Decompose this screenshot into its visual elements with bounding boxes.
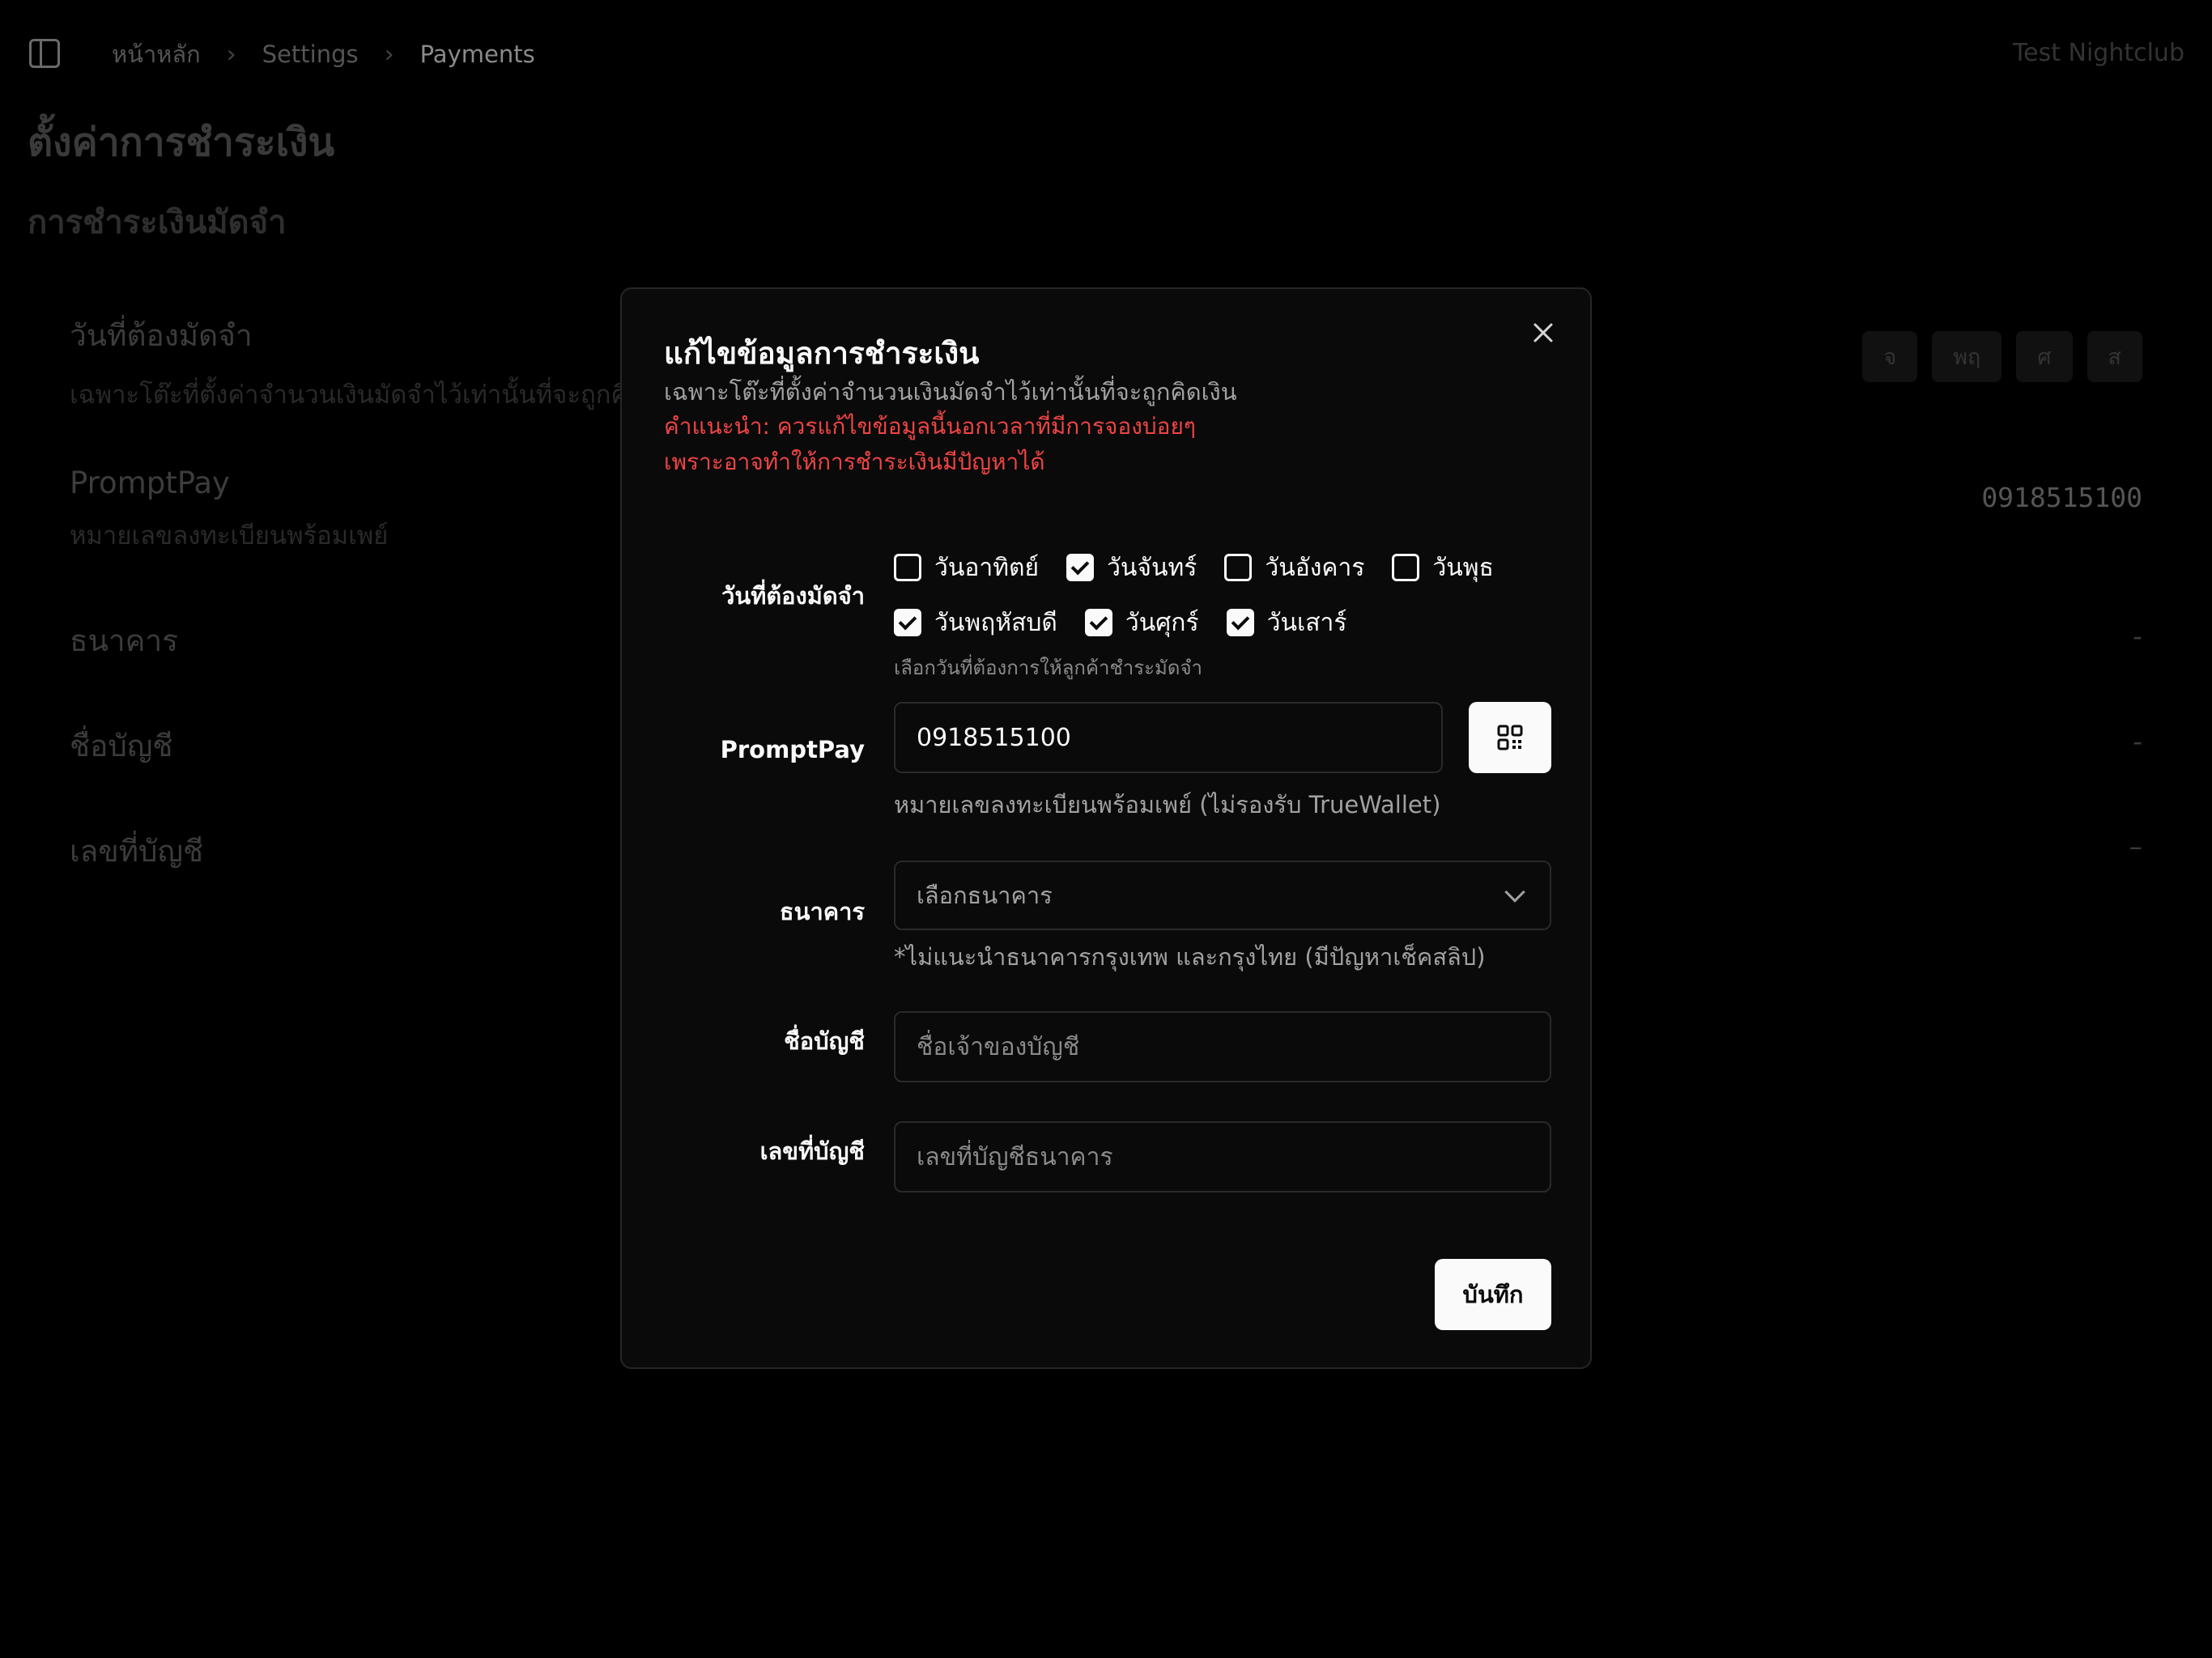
day-pill: พฤ	[1932, 331, 2002, 382]
day-label: วันอาทิตย์	[934, 553, 1040, 582]
promptpay-input[interactable]	[894, 702, 1443, 773]
bg-bank-value: -	[2133, 620, 2142, 652]
bank-select-placeholder: เลือกธนาคาร	[917, 882, 1053, 909]
checkbox-checked[interactable]	[1226, 609, 1254, 636]
org-name[interactable]: Test Nightclub	[2013, 39, 2184, 67]
account-name-label: ชื่อบัญชี	[784, 1027, 865, 1055]
deposit-days-group: วันอาทิตย์ วันจันทร์ วันอังคาร วันพุธ วั…	[894, 540, 1521, 683]
day-checkbox-wednesday[interactable]: วันพุธ	[1392, 549, 1494, 587]
sidebar-toggle-icon[interactable]	[29, 39, 60, 68]
promptpay-hint: หมายเลขลงทะเบียนพร้อมเพย์ (ไม่รองรับ Tru…	[894, 791, 1441, 818]
page-title: ตั้งค่าการชำระเงิน	[28, 120, 335, 165]
bg-account-name-value: -	[2133, 725, 2142, 757]
warning-line-2: เพราะอาจทำให้การชำระเงินมีปัญหาได้	[664, 449, 1045, 475]
day-checkbox-tuesday[interactable]: วันอังคาร	[1224, 549, 1364, 587]
bg-account-number-value: –	[2129, 831, 2143, 862]
checkbox-checked[interactable]	[1084, 609, 1112, 636]
breadcrumb-current: Payments	[419, 40, 535, 68]
top-bar: หน้าหลัก › Settings › Payments Test Nigh…	[0, 0, 2212, 107]
account-number-input[interactable]	[894, 1121, 1551, 1192]
days-row-2: วันพฤหัสบดี วันศุกร์ วันเสาร์	[894, 595, 1521, 650]
day-label: วันพฤหัสบดี	[934, 608, 1057, 637]
day-label: วันพุธ	[1432, 553, 1494, 582]
account-number-label: เลขที่บัญชี	[759, 1137, 865, 1165]
save-button[interactable]: บันทึก	[1435, 1259, 1551, 1330]
deposit-days-label: วันที่ต้องมัดจำ	[721, 582, 865, 610]
checkbox[interactable]	[1392, 554, 1420, 581]
breadcrumb-home[interactable]: หน้าหลัก	[112, 36, 201, 73]
day-pill: ส	[2087, 331, 2142, 382]
day-label: วันเสาร์	[1266, 608, 1347, 637]
day-label: วันศุกร์	[1125, 608, 1199, 637]
bank-label: ธนาคาร	[779, 898, 865, 925]
bg-promptpay-value: 0918515100	[1981, 482, 2142, 513]
close-icon-glyph	[1534, 323, 1553, 342]
day-pill: จ	[1862, 331, 1918, 382]
deposit-days-hint: เลือกวันที่ต้องการให้ลูกค้าชำระมัดจำ	[894, 657, 1202, 679]
day-label: วันจันทร์	[1107, 553, 1197, 582]
chevron-right-icon: ›	[226, 40, 236, 69]
day-pill: ศ	[2016, 331, 2073, 382]
day-label: วันอังคาร	[1265, 553, 1365, 582]
payments-page: หน้าหลัก › Settings › Payments Test Nigh…	[0, 0, 2212, 1658]
bank-select[interactable]: เลือกธนาคาร	[894, 861, 1551, 930]
day-checkbox-thursday[interactable]: วันพฤหัสบดี	[894, 604, 1057, 642]
day-checkbox-saturday[interactable]: วันเสาร์	[1226, 604, 1347, 642]
checkbox[interactable]	[1224, 554, 1253, 581]
chevron-down-icon	[1504, 882, 1525, 903]
bg-day-pills: จ พฤ ศ ส	[1862, 331, 2142, 382]
account-name-input[interactable]	[894, 1011, 1551, 1082]
qr-code-icon	[1497, 725, 1523, 750]
edit-payment-dialog: แก้ไขข้อมูลการชำระเงิน เฉพาะโต๊ะที่ตั้งค…	[620, 287, 1592, 1369]
breadcrumb-settings[interactable]: Settings	[262, 40, 359, 68]
dialog-warning: คำแนะนำ: ควรแก้ไขข้อมูลนี้นอกเวลาที่มีกา…	[664, 409, 1196, 480]
dialog-title: แก้ไขข้อมูลการชำระเงิน	[664, 336, 980, 371]
promptpay-label: PromptPay	[720, 736, 865, 763]
checkbox-checked[interactable]	[1066, 554, 1095, 581]
checkbox[interactable]	[894, 554, 921, 581]
warning-line-1: คำแนะนำ: ควรแก้ไขข้อมูลนี้นอกเวลาที่มีกา…	[664, 413, 1196, 440]
day-checkbox-friday[interactable]: วันศุกร์	[1084, 604, 1199, 642]
checkbox-checked[interactable]	[894, 609, 921, 636]
bank-hint: *ไม่แนะนำธนาคารกรุงเทพ และกรุงไทย (มีปัญ…	[894, 943, 1486, 971]
chevron-right-icon: ›	[384, 40, 394, 69]
breadcrumb: หน้าหลัก › Settings › Payments	[112, 36, 535, 73]
close-icon[interactable]	[1527, 320, 1559, 352]
day-checkbox-sunday[interactable]: วันอาทิตย์	[894, 549, 1039, 587]
day-checkbox-monday[interactable]: วันจันทร์	[1066, 549, 1197, 587]
qr-code-button[interactable]	[1469, 702, 1551, 773]
section-title: การชำระเงินมัดจำ	[28, 204, 287, 241]
dialog-description: เฉพาะโต๊ะที่ตั้งค่าจำนวนเงินมัดจำไว้เท่า…	[664, 378, 1237, 406]
days-row-1: วันอาทิตย์ วันจันทร์ วันอังคาร วันพุธ	[894, 540, 1521, 595]
